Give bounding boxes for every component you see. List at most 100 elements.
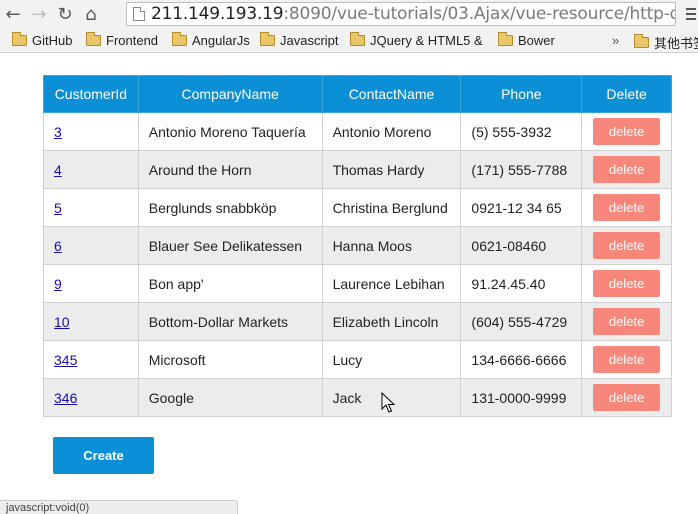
header-contact-name: ContactName bbox=[321, 75, 462, 113]
cell-contact-name: Elizabeth Lincoln bbox=[321, 302, 462, 341]
cell-customer-id: 4 bbox=[43, 150, 139, 189]
cell-delete: delete bbox=[581, 150, 672, 189]
cell-company-name: Berglunds snabbköp bbox=[137, 188, 323, 227]
cell-phone: 134-6666-6666 bbox=[460, 340, 583, 379]
folder-icon bbox=[172, 32, 187, 46]
cell-delete: delete bbox=[581, 226, 672, 265]
cell-contact-name: Hanna Moos bbox=[321, 226, 462, 265]
home-icon[interactable]: ⌂ bbox=[78, 0, 104, 29]
cell-company-name: Bottom-Dollar Markets bbox=[137, 302, 323, 341]
delete-button[interactable]: delete bbox=[593, 156, 661, 183]
customer-id-link[interactable]: 4 bbox=[54, 162, 62, 178]
cell-customer-id: 345 bbox=[43, 340, 139, 379]
cell-contact-name: Laurence Lebihan bbox=[321, 264, 462, 303]
url-text: 211.149.193.19:8090/vue-tutorials/03.Aja… bbox=[151, 4, 676, 24]
customer-id-link[interactable]: 9 bbox=[54, 276, 62, 292]
cell-contact-name: Thomas Hardy bbox=[321, 150, 462, 189]
cell-delete: delete bbox=[581, 112, 672, 151]
customer-id-link[interactable]: 345 bbox=[54, 352, 77, 368]
cell-delete: delete bbox=[581, 264, 672, 303]
bookmark-bower[interactable]: Bower bbox=[498, 32, 555, 48]
table-header-row: CustomerId CompanyName ContactName Phone… bbox=[43, 75, 672, 113]
page-icon bbox=[133, 7, 145, 21]
customer-id-link[interactable]: 346 bbox=[54, 390, 77, 406]
cell-customer-id: 10 bbox=[43, 302, 139, 341]
cell-company-name: Blauer See Delikatessen bbox=[137, 226, 323, 265]
cell-delete: delete bbox=[581, 302, 672, 341]
header-delete: Delete bbox=[581, 75, 672, 113]
bookmark-jquery-html5[interactable]: JQuery & HTML5 & bbox=[350, 32, 483, 48]
cell-delete: delete bbox=[581, 378, 672, 417]
customer-id-link[interactable]: 3 bbox=[54, 124, 62, 140]
delete-button[interactable]: delete bbox=[593, 194, 661, 221]
folder-icon bbox=[498, 32, 513, 46]
delete-button[interactable]: delete bbox=[593, 346, 661, 373]
back-icon[interactable]: ← bbox=[0, 0, 26, 29]
bookmark-label: GitHub bbox=[32, 33, 73, 48]
folder-icon bbox=[634, 34, 649, 48]
cell-company-name: Microsoft bbox=[137, 340, 323, 379]
browser-toolbar: ← → ↻ ⌂ 211.149.193.19:8090/vue-tutorial… bbox=[0, 0, 698, 29]
cell-phone: (171) 555-7788 bbox=[460, 150, 583, 189]
menu-icon[interactable] bbox=[686, 6, 696, 22]
bookmarks-bar: GitHub Frontend AngularJs Javascript JQu… bbox=[0, 29, 698, 53]
cell-contact-name: Lucy bbox=[321, 340, 462, 379]
cell-phone: (604) 555-4729 bbox=[460, 302, 583, 341]
folder-icon bbox=[260, 32, 275, 46]
header-company-name: CompanyName bbox=[137, 75, 323, 113]
cell-phone: 0621-08460 bbox=[460, 226, 583, 265]
bookmark-label: Bower bbox=[518, 33, 555, 48]
folder-icon bbox=[12, 32, 27, 46]
reload-icon[interactable]: ↻ bbox=[52, 0, 78, 29]
delete-button[interactable]: delete bbox=[593, 232, 661, 259]
table-row: 3 Antonio Moreno Taquería Antonio Moreno (5… bbox=[43, 112, 672, 151]
bookmark-frontend[interactable]: Frontend bbox=[86, 32, 159, 48]
delete-button[interactable]: delete bbox=[593, 308, 661, 335]
bookmark-angularjs[interactable]: AngularJs bbox=[172, 32, 250, 48]
url-path: :8090/vue-tutorials/03.Ajax/vue-resource… bbox=[283, 4, 676, 24]
folder-icon bbox=[86, 32, 101, 46]
header-customer-id: CustomerId bbox=[43, 75, 139, 113]
address-bar[interactable]: 211.149.193.19:8090/vue-tutorials/03.Aja… bbox=[126, 2, 676, 26]
table-row: 9 Bon app' Laurence Lebihan 91.24.45.40 dele… bbox=[43, 264, 672, 303]
bookmark-label: AngularJs bbox=[192, 33, 250, 48]
bookmark-github[interactable]: GitHub bbox=[12, 32, 73, 48]
delete-button[interactable]: delete bbox=[593, 384, 661, 411]
table-row: 5 Berglunds snabbköp Christina Berglund 092… bbox=[43, 188, 672, 227]
cell-contact-name: Antonio Moreno bbox=[321, 112, 462, 151]
table-body: 3 Antonio Moreno Taquería Antonio Moreno (5… bbox=[43, 112, 672, 417]
bookmark-label: Javascript bbox=[280, 33, 339, 48]
table-row: 10 Bottom-Dollar Markets Elizabeth Lincoln… bbox=[43, 302, 672, 341]
customers-table: CustomerId CompanyName ContactName Phone… bbox=[43, 75, 672, 417]
customer-id-link[interactable]: 6 bbox=[54, 238, 62, 254]
table-row: 6 Blauer See Delikatessen Hanna Moos 0621-0… bbox=[43, 226, 672, 265]
cell-phone: 0921-12 34 65 bbox=[460, 188, 583, 227]
customer-id-link[interactable]: 10 bbox=[54, 314, 70, 330]
table-row: 345 Microsoft Lucy 134-6666-6666 delete bbox=[43, 340, 672, 379]
table-row: 4 Around the Horn Thomas Hardy (171) 555-77… bbox=[43, 150, 672, 189]
cell-customer-id: 346 bbox=[43, 378, 139, 417]
cell-phone: 91.24.45.40 bbox=[460, 264, 583, 303]
table-row: 346 Google Jack 131-0000-9999 delete bbox=[43, 378, 672, 417]
cell-delete: delete bbox=[581, 188, 672, 227]
cell-contact-name: Christina Berglund bbox=[321, 188, 462, 227]
cell-company-name: Around the Horn bbox=[137, 150, 323, 189]
bookmark-label: Frontend bbox=[106, 33, 159, 48]
cell-company-name: Antonio Moreno Taquería bbox=[137, 112, 323, 151]
bookmark-javascript[interactable]: Javascript bbox=[260, 32, 339, 48]
cell-customer-id: 3 bbox=[43, 112, 139, 151]
delete-button[interactable]: delete bbox=[593, 270, 661, 297]
forward-icon[interactable]: → bbox=[26, 0, 52, 29]
create-button[interactable]: Create bbox=[53, 437, 154, 474]
cell-company-name: Google bbox=[137, 378, 323, 417]
bookmark-label: 其他书签 bbox=[654, 36, 698, 51]
delete-button[interactable]: delete bbox=[593, 118, 661, 145]
cell-phone: (5) 555-3932 bbox=[460, 112, 583, 151]
url-host: 211.149.193.19 bbox=[151, 4, 284, 24]
customer-id-link[interactable]: 5 bbox=[54, 200, 62, 216]
bookmarks-overflow-icon[interactable]: » bbox=[612, 33, 619, 48]
cell-customer-id: 5 bbox=[43, 188, 139, 227]
cell-company-name: Bon app' bbox=[137, 264, 323, 303]
cell-phone: 131-0000-9999 bbox=[460, 378, 583, 417]
bookmark-other[interactable]: 其他书签 bbox=[634, 33, 698, 52]
